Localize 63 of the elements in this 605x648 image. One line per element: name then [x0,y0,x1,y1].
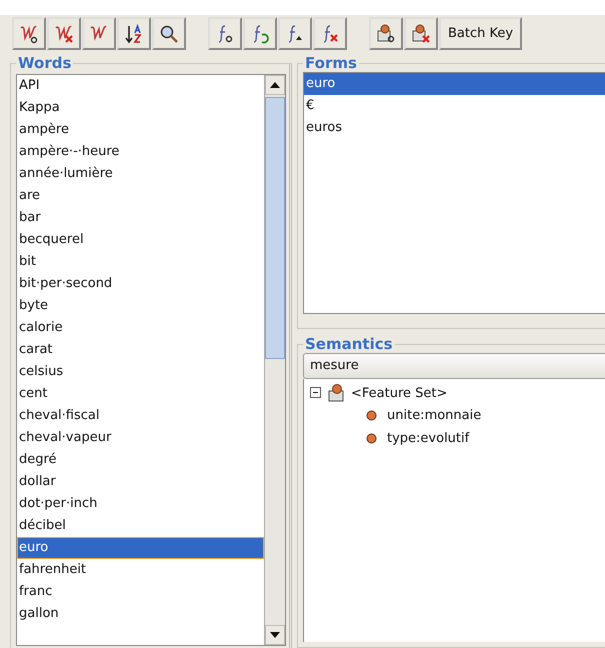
sort-icon [124,24,144,44]
word-item[interactable]: ampère [17,119,264,141]
panel-title: Forms [304,54,358,72]
word-item[interactable]: are [17,185,264,207]
panel-title: Words [17,54,72,72]
folder-add-icon [376,24,396,44]
form-item[interactable]: euros [304,117,605,139]
word-item[interactable]: cheval·vapeur [17,427,264,449]
scroll-up-button[interactable] [265,75,285,95]
word-item[interactable]: cent [17,383,264,405]
word-item[interactable]: décibel [17,515,264,537]
feature-icon [366,410,377,421]
tree-node[interactable]: <Feature Set> [351,386,448,400]
word-item[interactable]: bit [17,251,264,273]
word-item[interactable]: Kappa [17,97,264,119]
folder-add-button[interactable] [369,17,403,50]
word-item[interactable]: année·lumière [17,163,264,185]
word-item[interactable]: dollar [17,471,264,493]
form-refresh-button[interactable] [243,17,277,50]
folder-delete-button[interactable] [404,17,438,50]
word-item[interactable]: franc [17,581,264,603]
word-delete-icon [54,24,74,44]
sort-button[interactable] [117,17,151,50]
word-item[interactable]: ampère·-·heure [17,141,264,163]
word-item[interactable]: dot·per·inch [17,493,264,515]
word-item[interactable]: fahrenheit [17,559,264,581]
word-edit-button[interactable] [82,17,116,50]
word-item[interactable]: bit·per·second [17,273,264,295]
folder-delete-icon [411,24,431,44]
word-delete-button[interactable] [47,17,81,50]
form-add-button[interactable] [208,17,242,50]
word-item[interactable]: cheval·fiscal [17,405,264,427]
word-item[interactable]: celsius [17,361,264,383]
panel-title: Semantics [304,335,394,353]
word-item[interactable]: euro [17,537,264,559]
word-item[interactable]: calorie [17,317,264,339]
word-item[interactable]: degré [17,449,264,471]
scroll-down-button[interactable] [265,625,285,645]
up-arrow-icon [270,82,280,88]
collapse-icon[interactable] [310,386,323,400]
search-button[interactable] [152,17,186,50]
word-item[interactable]: becquerel [17,229,264,251]
word-item[interactable]: carat [17,339,264,361]
form-up-button[interactable] [278,17,312,50]
batch-key-button[interactable]: Batch Key [439,17,522,50]
scroll-thumb[interactable] [265,97,285,359]
category-dropdown[interactable]: mesure [303,353,605,379]
word-item[interactable]: byte [17,295,264,317]
search-icon [159,24,179,44]
word-item[interactable]: API [17,75,264,97]
feature-icon [366,433,377,444]
down-arrow-icon [270,632,280,638]
tree-node[interactable]: type:evolutif [387,431,470,446]
word-edit-icon [89,24,109,44]
word-item[interactable]: gallon [17,603,264,625]
word-add-icon [19,24,39,44]
form-delete-button[interactable] [313,17,347,50]
word-add-button[interactable] [12,17,46,50]
tree-node[interactable]: unite:monnaie [387,408,482,423]
form-item[interactable]: euro [304,73,605,95]
word-item[interactable]: bar [17,207,264,229]
form-item[interactable]: € [304,95,605,117]
scrollbar[interactable] [264,75,285,645]
